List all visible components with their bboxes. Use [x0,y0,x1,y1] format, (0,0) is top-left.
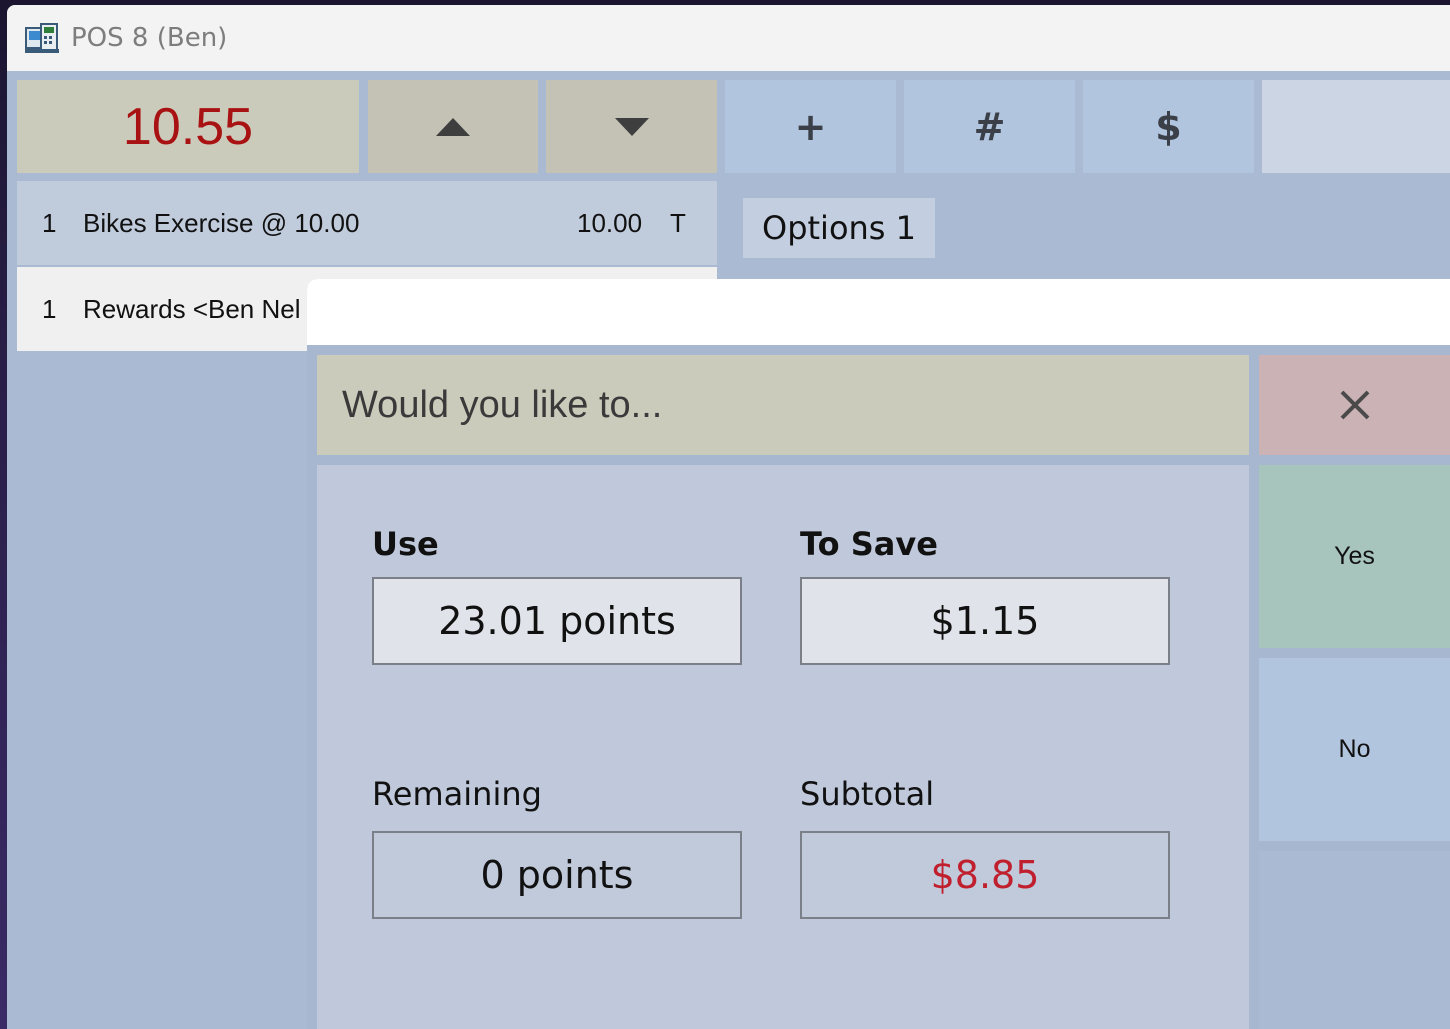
use-label: Use [372,525,439,563]
close-icon [1340,390,1369,420]
dialog-titlebar [307,279,1450,345]
add-item-button[interactable]: + [725,80,896,173]
no-button[interactable]: No [1259,658,1450,841]
toolbar-blank-button[interactable] [1262,80,1450,173]
triangle-down-icon [614,117,649,136]
triangle-up-icon [436,117,470,136]
pos-window: POS 8 (Ben) 10.55 + # $ 1 Bikes Exercise… [7,5,1450,1029]
item-price: 10.00 [577,207,643,238]
scroll-down-button[interactable] [546,80,717,173]
dialog-prompt: Would you like to... [317,355,1249,455]
to-save-field: $1.15 [800,577,1170,665]
item-description: Bikes Exercise @ 10.00 [83,207,360,238]
order-total: 10.55 [17,80,359,173]
tab-options-1[interactable]: Options 1 [743,198,935,258]
item-qty: 1 [42,293,57,324]
dialog-side-panel [1259,851,1450,1029]
item-tax-flag: T [670,207,686,238]
remaining-points-field: 0 points [372,831,742,919]
dialog-body: Use 23.01 points To Save $1.15 Remaining… [317,465,1249,1029]
subtotal-label: Subtotal [800,775,935,813]
order-row[interactable]: 1 Bikes Exercise @ 10.00 10.00 T [17,181,717,265]
use-points-field: 23.01 points [372,577,742,665]
pos-app-icon [25,22,59,54]
subtotal-field: $8.85 [800,831,1170,919]
scroll-up-button[interactable] [368,80,538,173]
window-title: POS 8 (Ben) [71,23,228,53]
close-button[interactable] [1259,355,1450,455]
quantity-button[interactable]: # [904,80,1075,173]
item-qty: 1 [42,207,57,238]
rewards-dialog: Would you like to... Use 23.01 points To… [307,279,1450,1029]
to-save-label: To Save [800,525,938,563]
remaining-label: Remaining [372,775,542,813]
window-titlebar: POS 8 (Ben) [7,5,1450,71]
item-description: Rewards <Ben Nel [83,293,301,324]
price-button[interactable]: $ [1083,80,1254,173]
yes-button[interactable]: Yes [1259,465,1450,648]
